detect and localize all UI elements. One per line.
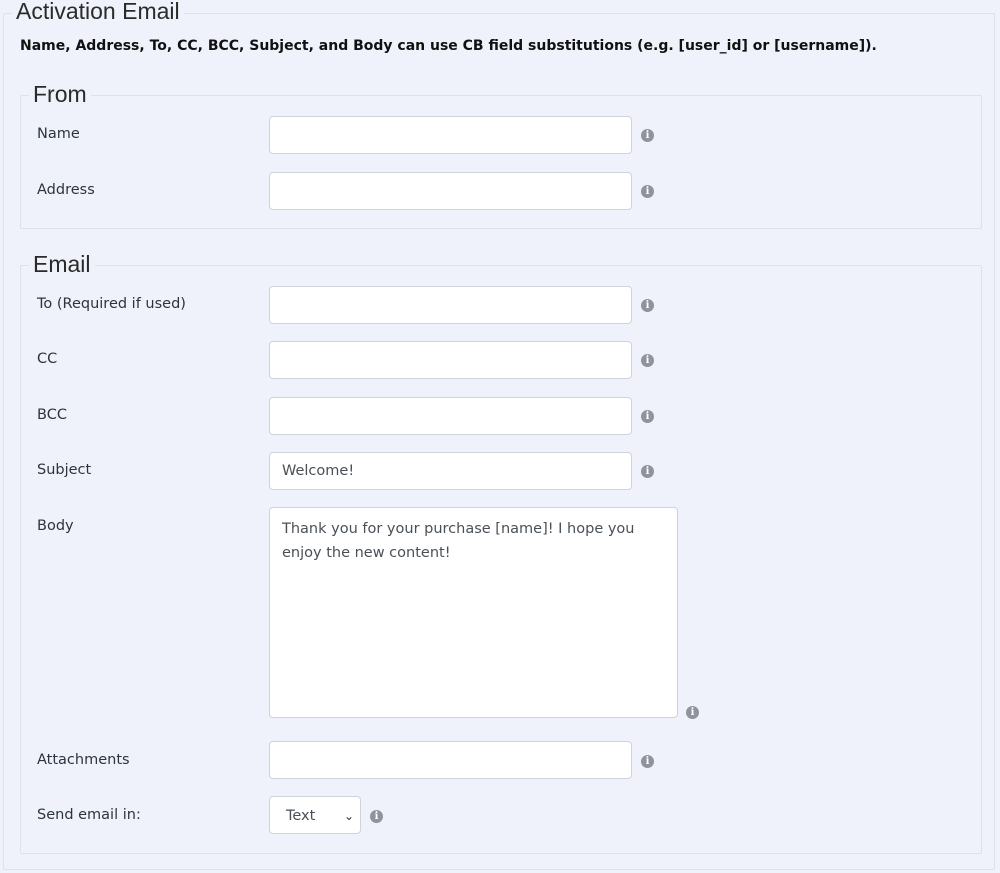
info-icon[interactable]: i	[641, 185, 654, 198]
info-icon[interactable]: i	[641, 299, 654, 312]
subject-input[interactable]: Welcome!	[269, 452, 632, 490]
address-label: Address	[37, 182, 95, 198]
info-icon[interactable]: i	[641, 755, 654, 768]
from-legend: From	[29, 81, 91, 108]
email-legend: Email	[29, 251, 95, 278]
cc-input[interactable]	[269, 341, 632, 379]
name-label: Name	[37, 126, 80, 142]
send-in-value: Text	[286, 808, 316, 824]
attachments-label: Attachments	[37, 752, 130, 768]
chevron-down-icon: ⌄	[343, 809, 354, 823]
send-in-label: Send email in:	[37, 807, 141, 823]
section-title: Activation Email	[12, 0, 184, 25]
info-icon[interactable]: i	[641, 129, 654, 142]
to-label: To (Required if used)	[37, 296, 186, 312]
to-input[interactable]	[269, 286, 632, 324]
address-input[interactable]	[269, 172, 632, 210]
body-textarea[interactable]: Thank you for your purchase [name]! I ho…	[269, 507, 678, 718]
info-icon[interactable]: i	[641, 354, 654, 367]
info-icon[interactable]: i	[370, 810, 383, 823]
substitution-note: Name, Address, To, CC, BCC, Subject, and…	[20, 38, 877, 54]
subject-label: Subject	[37, 462, 92, 478]
bcc-input[interactable]	[269, 397, 632, 435]
body-label: Body	[37, 518, 74, 534]
name-input[interactable]	[269, 116, 632, 154]
info-icon[interactable]: i	[641, 410, 654, 423]
info-icon[interactable]: i	[641, 465, 654, 478]
attachments-input[interactable]	[269, 741, 632, 779]
info-icon[interactable]: i	[686, 706, 699, 719]
bcc-label: BCC	[37, 407, 67, 423]
cc-label: CC	[37, 351, 58, 367]
send-in-select[interactable]: Text ⌄	[269, 796, 361, 834]
